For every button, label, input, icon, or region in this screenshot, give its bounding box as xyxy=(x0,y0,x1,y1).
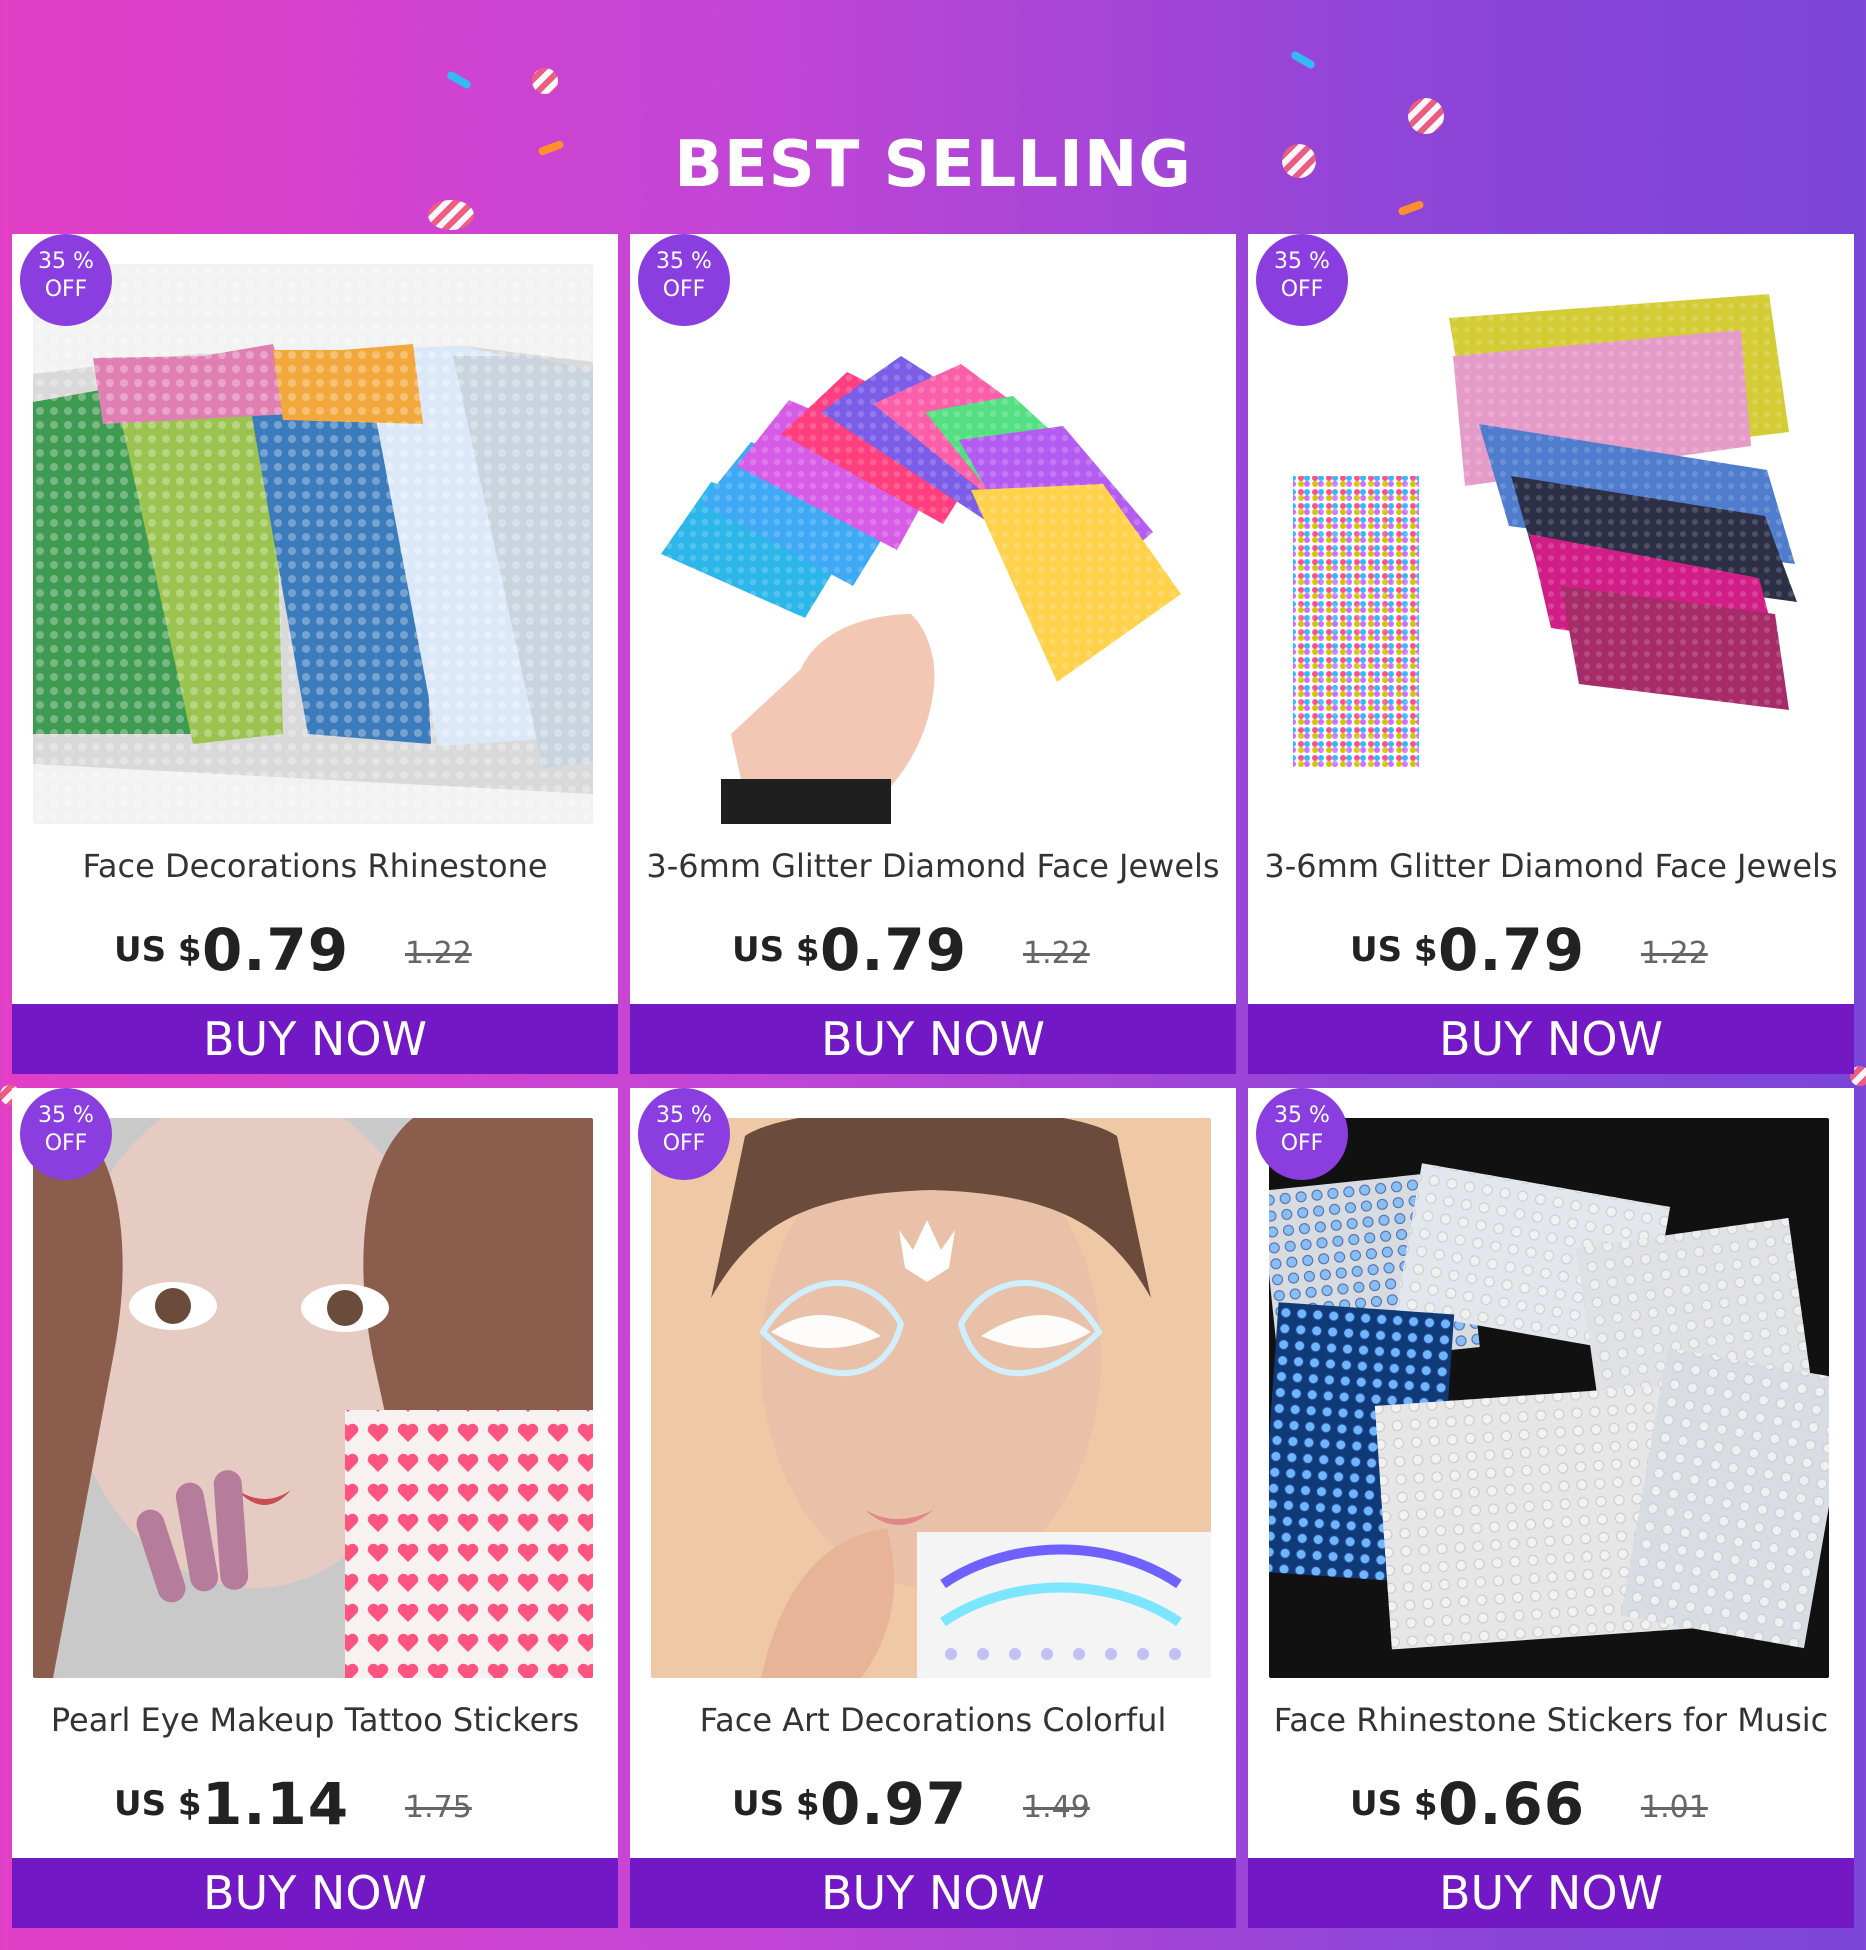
product-card[interactable]: 35 % OFF 3-6mm Glitter Diamond Face Jewe… xyxy=(1248,234,1854,1074)
currency-label: US $ xyxy=(732,930,820,970)
product-image[interactable] xyxy=(33,1118,593,1678)
product-image[interactable] xyxy=(651,1118,1211,1678)
confetti-ball xyxy=(532,68,558,94)
confetti-streamer xyxy=(1289,50,1317,70)
discount-percent: 35 % xyxy=(38,1103,94,1128)
sale-price: 0.79 xyxy=(820,916,968,984)
price-row: US $ 0.97 1.49 xyxy=(630,1770,1236,1838)
discount-percent: 35 % xyxy=(656,1103,712,1128)
sale-price: 0.97 xyxy=(820,1770,968,1838)
discount-off: OFF xyxy=(1280,1131,1324,1156)
currency-label: US $ xyxy=(1350,930,1438,970)
product-image[interactable] xyxy=(33,264,593,824)
product-name[interactable]: Face Decorations Rhinestone xyxy=(12,846,618,886)
original-price: 1.22 xyxy=(1641,936,1708,971)
buy-now-button[interactable]: BUY NOW xyxy=(630,1858,1236,1928)
product-card[interactable]: 35 % OFF Face Decorations Rhinestone US … xyxy=(12,234,618,1074)
buy-now-button[interactable]: BUY NOW xyxy=(630,1004,1236,1074)
original-price: 1.22 xyxy=(1023,936,1090,971)
price-row: US $ 0.79 1.22 xyxy=(1248,916,1854,984)
discount-off: OFF xyxy=(1280,277,1324,302)
product-image[interactable] xyxy=(1269,264,1829,824)
product-card[interactable]: 35 % OFF Pearl Eye Makeup Tattoo Sticker… xyxy=(12,1088,618,1928)
buy-now-button[interactable]: BUY NOW xyxy=(1248,1858,1854,1928)
product-grid: 35 % OFF Face Decorations Rhinestone US … xyxy=(12,234,1854,1934)
sale-price: 0.79 xyxy=(202,916,350,984)
original-price: 1.49 xyxy=(1023,1790,1090,1825)
discount-percent: 35 % xyxy=(38,249,94,274)
discount-off: OFF xyxy=(44,1131,88,1156)
sale-price: 1.14 xyxy=(202,1770,350,1838)
sale-price: 0.79 xyxy=(1438,916,1586,984)
discount-badge: 35 % OFF xyxy=(1256,234,1348,326)
product-name[interactable]: 3-6mm Glitter Diamond Face Jewels xyxy=(630,846,1236,886)
discount-badge: 35 % OFF xyxy=(638,1088,730,1180)
discount-off: OFF xyxy=(44,277,88,302)
price-row: US $ 0.79 1.22 xyxy=(12,916,618,984)
product-name[interactable]: 3-6mm Glitter Diamond Face Jewels xyxy=(1248,846,1854,886)
sale-price: 0.66 xyxy=(1438,1770,1586,1838)
discount-badge: 35 % OFF xyxy=(20,1088,112,1180)
product-image[interactable] xyxy=(651,264,1211,824)
discount-off: OFF xyxy=(662,1131,706,1156)
product-card[interactable]: 35 % OFF Face Art Decorations Colorful U… xyxy=(630,1088,1236,1928)
discount-badge: 35 % OFF xyxy=(20,234,112,326)
currency-label: US $ xyxy=(732,1784,820,1824)
original-price: 1.22 xyxy=(405,936,472,971)
product-image[interactable] xyxy=(1269,1118,1829,1678)
buy-now-button[interactable]: BUY NOW xyxy=(12,1004,618,1074)
product-card[interactable]: 35 % OFF 3-6mm Glitter Diamond Face Jewe… xyxy=(630,234,1236,1074)
product-name[interactable]: Face Rhinestone Stickers for Music xyxy=(1248,1700,1854,1740)
product-name[interactable]: Face Art Decorations Colorful xyxy=(630,1700,1236,1740)
currency-label: US $ xyxy=(114,1784,202,1824)
discount-percent: 35 % xyxy=(656,249,712,274)
confetti-ball xyxy=(428,200,474,230)
discount-percent: 35 % xyxy=(1274,249,1330,274)
price-row: US $ 0.66 1.01 xyxy=(1248,1770,1854,1838)
price-row: US $ 0.79 1.22 xyxy=(630,916,1236,984)
discount-badge: 35 % OFF xyxy=(1256,1088,1348,1180)
original-price: 1.01 xyxy=(1641,1790,1708,1825)
discount-percent: 35 % xyxy=(1274,1103,1330,1128)
product-card[interactable]: 35 % OFF Face Rhinestone Stickers for Mu… xyxy=(1248,1088,1854,1928)
discount-badge: 35 % OFF xyxy=(638,234,730,326)
buy-now-button[interactable]: BUY NOW xyxy=(1248,1004,1854,1074)
page-title: BEST SELLING xyxy=(674,127,1192,202)
currency-label: US $ xyxy=(114,930,202,970)
confetti-streamer xyxy=(1397,199,1425,217)
confetti-streamer xyxy=(445,70,473,90)
original-price: 1.75 xyxy=(405,1790,472,1825)
currency-label: US $ xyxy=(1350,1784,1438,1824)
buy-now-button[interactable]: BUY NOW xyxy=(12,1858,618,1928)
price-row: US $ 1.14 1.75 xyxy=(12,1770,618,1838)
product-name[interactable]: Pearl Eye Makeup Tattoo Stickers xyxy=(12,1700,618,1740)
discount-off: OFF xyxy=(662,277,706,302)
